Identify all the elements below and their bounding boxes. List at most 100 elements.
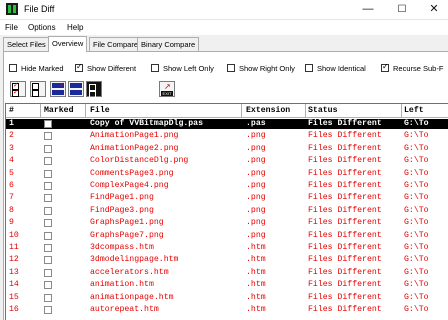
row-file: CommentsPage3.png (90, 168, 174, 178)
title-bar: File Diff — ☐ ✕ (0, 0, 448, 20)
show-different-checkbox[interactable]: Show Different (75, 62, 136, 74)
table-row[interactable]: 2 AnimationPage1.png .png Files Different G:… (6, 131, 448, 141)
grid-header: # Marked File Extension Status Left (6, 104, 448, 118)
row-left-path: G:\To (404, 243, 429, 252)
row-status: Files Different (308, 305, 382, 314)
check-all-icon[interactable]: ✓ ✓ (10, 81, 26, 97)
row-extension: .pas (246, 119, 266, 128)
row-file: GraphsPage1.png (90, 218, 164, 228)
row-status: Files Different (308, 292, 382, 302)
row-extension: .png (246, 193, 266, 203)
table-row[interactable]: 16 autorepeat.htm .htm Files Different G:\To (6, 305, 448, 315)
table-row[interactable]: 4 ColorDistanceDlg.png .png Files Different… (6, 156, 448, 166)
row-file: FindPage3.png (90, 205, 154, 215)
exit-button[interactable]: ↗ EXIT (159, 81, 175, 97)
file-grid[interactable]: # Marked File Extension Status Left 1 Cop… (5, 103, 448, 320)
table-row[interactable]: 15 animationpage.htm .htm Files Different G:… (6, 293, 448, 303)
row-marked-checkbox[interactable] (44, 219, 52, 228)
row-marked-checkbox[interactable] (44, 256, 52, 265)
tab-file-compare[interactable]: File Compare (89, 37, 143, 51)
minimize-button[interactable]: — (352, 0, 384, 19)
row-left-path: G:\To (404, 267, 429, 277)
row-status: Files Different (308, 168, 382, 178)
table-row[interactable]: 5 CommentsPage3.png .png Files Different G:\… (6, 169, 448, 179)
row-marked-checkbox[interactable] (44, 194, 52, 203)
table-row[interactable]: 1 Copy of VVBitmapDlg.pas .pas Files Differ… (6, 119, 448, 129)
header-extension[interactable]: Extension (244, 104, 306, 117)
show-identical-checkbox[interactable]: Show Identical (305, 64, 366, 74)
row-extension: .png (246, 205, 266, 215)
row-left-path: G:\To (404, 305, 429, 314)
row-marked-checkbox[interactable] (44, 231, 52, 240)
header-number[interactable]: # (7, 104, 41, 117)
row-extension: .png (246, 218, 266, 228)
row-number: 3 (9, 143, 14, 153)
table-row[interactable]: 6 ComplexPage4.png .png Files Different G:\T… (6, 181, 448, 191)
table-row[interactable]: 10 GraphsPage7.png .png Files Different G:\T… (6, 231, 448, 241)
maximize-button[interactable]: ☐ (386, 0, 418, 19)
row-marked-checkbox[interactable] (44, 169, 52, 178)
menu-options[interactable]: Options (28, 23, 56, 32)
table-row[interactable]: 9 GraphsPage1.png .png Files Different G:\To (6, 218, 448, 228)
row-marked-checkbox[interactable] (44, 244, 52, 252)
table-row[interactable]: 12 3dmodelingpage.htm .htm Files Different G… (6, 255, 448, 265)
row-marked-checkbox[interactable] (44, 120, 52, 128)
table-row[interactable]: 11 3dcompass.htm .htm Files Different G:\To (6, 243, 448, 253)
table-row[interactable]: 13 accelerators.htm .htm Files Different G:\… (6, 268, 448, 278)
row-number: 16 (9, 305, 19, 314)
table-row[interactable]: 8 FindPage3.png .png Files Different G:\To (6, 206, 448, 216)
row-marked-checkbox[interactable] (44, 157, 52, 166)
header-left[interactable]: Left (402, 104, 448, 117)
row-file: 3dmodelingpage.htm (90, 255, 179, 265)
header-file[interactable]: File (88, 104, 242, 117)
menu-file[interactable]: File (5, 23, 18, 32)
row-number: 13 (9, 267, 19, 277)
close-button[interactable]: ✕ (418, 0, 448, 19)
show-right-only-checkbox[interactable]: Show Right Only (227, 64, 295, 74)
row-status: Files Different (308, 205, 382, 215)
table-row[interactable]: 14 animation.htm .htm Files Different G:\To (6, 280, 448, 290)
row-number: 1 (9, 119, 14, 128)
checkbox-box (75, 62, 83, 73)
row-number: 6 (9, 181, 14, 190)
header-marked[interactable]: Marked (42, 104, 86, 117)
row-left-path: G:\To (404, 119, 429, 128)
menu-help[interactable]: Help (67, 23, 83, 32)
hide-marked-checkbox[interactable]: Hide Marked (9, 64, 64, 74)
show-left-only-checkbox[interactable]: Show Left Only (151, 64, 214, 74)
row-file: ComplexPage4.png (90, 181, 169, 190)
row-number: 14 (9, 280, 19, 290)
tab-overview[interactable]: Overview (48, 36, 88, 52)
row-extension: .png (246, 143, 266, 153)
row-marked-checkbox[interactable] (44, 132, 52, 141)
checkbox-box (151, 64, 159, 73)
row-number: 9 (9, 218, 14, 228)
row-number: 15 (9, 292, 19, 302)
tab-binary-compare[interactable]: Binary Compare (137, 37, 200, 51)
unmark-selected-icon[interactable] (68, 81, 84, 97)
row-status: Files Different (308, 218, 382, 228)
row-marked-checkbox[interactable] (44, 144, 52, 153)
row-marked-checkbox[interactable] (44, 293, 52, 302)
row-status: Files Different (308, 143, 382, 153)
row-status: Files Different (308, 230, 382, 240)
row-extension: .png (246, 230, 266, 240)
checkbox-box (305, 64, 313, 73)
table-row[interactable]: 3 AnimationPage2.png .png Files Different G:… (6, 144, 448, 154)
uncheck-all-icon[interactable] (30, 81, 46, 97)
row-marked-checkbox[interactable] (44, 281, 52, 290)
row-marked-checkbox[interactable] (44, 306, 52, 314)
invert-marks-icon[interactable] (86, 81, 102, 98)
recurse-subfolders-checkbox[interactable]: Recurse Sub-F (381, 62, 443, 74)
header-status[interactable]: Status (306, 104, 402, 117)
row-extension: .png (246, 131, 266, 141)
checkbox-box (381, 62, 389, 73)
row-marked-checkbox[interactable] (44, 206, 52, 215)
table-row[interactable]: 7 FindPage1.png .png Files Different G:\To (6, 193, 448, 203)
row-extension: .htm (246, 280, 266, 290)
tab-select-files[interactable]: Select Files (3, 37, 50, 51)
mark-selected-icon[interactable]: ✓ (50, 81, 66, 97)
row-status: Files Different (308, 193, 382, 203)
row-marked-checkbox[interactable] (44, 268, 52, 277)
row-marked-checkbox[interactable] (44, 182, 52, 190)
